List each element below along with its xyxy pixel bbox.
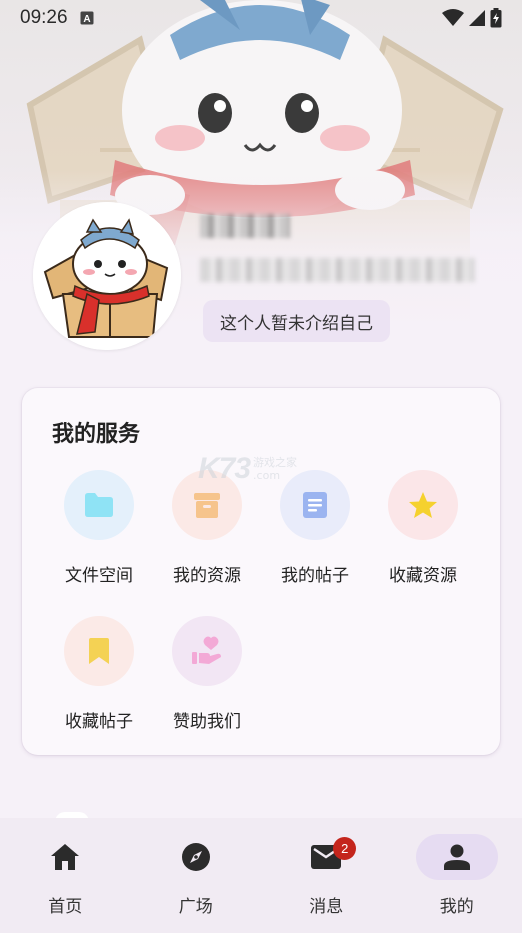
notification-a-icon: A [80, 11, 94, 25]
battery-charging-icon [490, 8, 502, 28]
bookmark-icon [89, 638, 109, 664]
home-icon [51, 844, 80, 870]
avatar[interactable] [33, 202, 181, 350]
service-label: 我的帖子 [281, 566, 349, 586]
service-label: 文件空间 [65, 566, 133, 586]
service-my-posts[interactable]: 我的帖子 [261, 470, 369, 590]
service-my-resources[interactable]: 我的资源 [153, 470, 261, 590]
nav-home[interactable]: 首页 [0, 818, 131, 933]
service-icon-circle [172, 616, 242, 686]
star-icon [409, 492, 437, 518]
nav-label: 广场 [178, 897, 213, 917]
document-icon [303, 492, 327, 518]
archive-box-icon [194, 493, 220, 518]
userid-redacted [200, 258, 475, 282]
nav-messages[interactable]: 2 消息 [261, 818, 392, 933]
service-icon-circle [64, 470, 134, 540]
service-label: 我的资源 [173, 566, 241, 586]
nav-square[interactable]: 广场 [131, 818, 262, 933]
bio-text: 这个人暂未介绍自己 [220, 313, 373, 334]
nav-label: 首页 [48, 897, 83, 917]
nav-mine[interactable]: 我的 [392, 818, 522, 933]
service-icon-circle [388, 470, 458, 540]
services-card: 我的服务 文件空间 我的资源 我的帖子 收藏资源 收藏帖子 赞助我们 [22, 388, 500, 755]
folder-icon [85, 493, 113, 517]
status-time: 09:26 [20, 7, 68, 28]
service-favorite-posts[interactable]: 收藏帖子 [45, 616, 153, 736]
service-icon-circle [280, 470, 350, 540]
person-icon [443, 844, 470, 870]
status-bar: 09:26 A [0, 0, 522, 36]
service-label: 赞助我们 [173, 712, 241, 732]
service-icon-circle [172, 470, 242, 540]
bio-chip[interactable]: 这个人暂未介绍自己 [203, 300, 390, 342]
nav-icon-wrap: 2 [285, 834, 367, 880]
avatar-image [33, 202, 181, 350]
compass-icon [181, 843, 210, 871]
bottom-nav: 首页 广场 2 消息 我的 [0, 818, 522, 933]
cell-signal-icon [469, 10, 485, 26]
svg-text:A: A [83, 14, 90, 25]
donate-heart-hand-icon [192, 636, 221, 664]
service-label: 收藏资源 [389, 566, 457, 586]
username-redacted [200, 214, 290, 238]
service-favorite-resources[interactable]: 收藏资源 [369, 470, 477, 590]
nav-icon-wrap [155, 834, 237, 880]
nav-label: 消息 [309, 897, 344, 917]
message-count-badge: 2 [333, 837, 357, 860]
service-label: 收藏帖子 [65, 712, 133, 732]
nav-icon-wrap-active [415, 834, 498, 880]
service-file-space[interactable]: 文件空间 [45, 470, 153, 590]
services-title: 我的服务 [52, 422, 141, 447]
service-sponsor-us[interactable]: 赞助我们 [153, 616, 261, 736]
service-icon-circle [64, 616, 134, 686]
nav-label: 我的 [439, 897, 474, 917]
wifi-icon [442, 9, 464, 26]
nav-icon-wrap [24, 834, 106, 880]
